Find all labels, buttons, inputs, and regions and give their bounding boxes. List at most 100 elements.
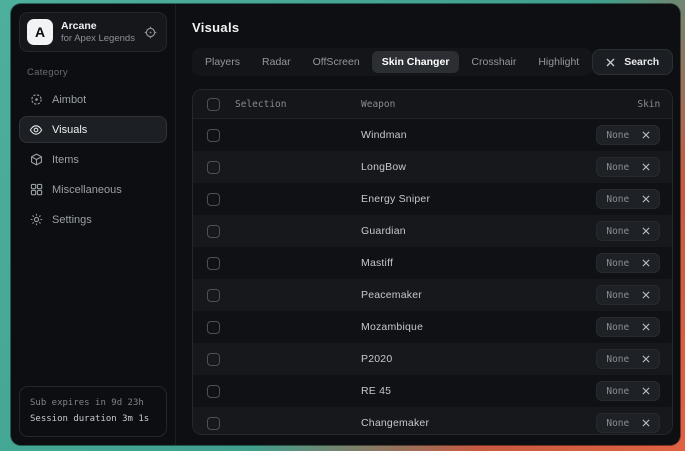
app-window: A Arcane for Apex Legends Category Aimbo… bbox=[11, 4, 680, 445]
page-title: Visuals bbox=[192, 20, 673, 35]
skin-badge[interactable]: None bbox=[596, 349, 660, 369]
skin-value: None bbox=[606, 354, 629, 365]
clear-skin-icon[interactable] bbox=[642, 355, 650, 363]
table-row: Peacemaker None bbox=[193, 279, 672, 311]
tab-skin-changer[interactable]: Skin Changer bbox=[372, 51, 460, 73]
sidebar-item-label: Aimbot bbox=[52, 94, 86, 106]
close-icon bbox=[606, 58, 615, 67]
brand-logo: A bbox=[27, 19, 53, 45]
row-checkbox[interactable] bbox=[207, 193, 220, 206]
session-duration-text: Session duration 3m 1s bbox=[30, 412, 156, 427]
row-checkbox[interactable] bbox=[207, 225, 220, 238]
skin-value: None bbox=[606, 322, 629, 333]
skin-badge[interactable]: None bbox=[596, 189, 660, 209]
tab-radar[interactable]: Radar bbox=[252, 51, 301, 73]
skin-badge[interactable]: None bbox=[596, 381, 660, 401]
weapon-name: Windman bbox=[361, 129, 576, 141]
row-checkbox[interactable] bbox=[207, 161, 220, 174]
skin-value: None bbox=[606, 162, 629, 173]
row-checkbox[interactable] bbox=[207, 321, 220, 334]
tab-highlight[interactable]: Highlight bbox=[528, 51, 589, 73]
skin-badge[interactable]: None bbox=[596, 285, 660, 305]
sidebar-item-label: Settings bbox=[52, 214, 92, 226]
tab-offscreen[interactable]: OffScreen bbox=[303, 51, 370, 73]
main-panel: Visuals Players Radar OffScreen Skin Cha… bbox=[176, 4, 680, 445]
sidebar-nav: Aimbot Visuals Items Miscellaneous Setti… bbox=[19, 86, 167, 233]
sidebar-item-miscellaneous[interactable]: Miscellaneous bbox=[19, 176, 167, 203]
table-row: Mastiff None bbox=[193, 247, 672, 279]
skin-value: None bbox=[606, 226, 629, 237]
skin-value: None bbox=[606, 130, 629, 141]
clear-skin-icon[interactable] bbox=[642, 163, 650, 171]
sidebar-item-label: Visuals bbox=[52, 124, 87, 136]
clear-skin-icon[interactable] bbox=[642, 195, 650, 203]
table-row: Windman None bbox=[193, 119, 672, 151]
brand-card: A Arcane for Apex Legends bbox=[19, 12, 167, 52]
grid-icon bbox=[29, 183, 43, 197]
table-row: Changemaker None bbox=[193, 407, 672, 435]
sidebar-item-settings[interactable]: Settings bbox=[19, 206, 167, 233]
skin-value: None bbox=[606, 290, 629, 301]
clear-skin-icon[interactable] bbox=[642, 419, 650, 427]
clear-skin-icon[interactable] bbox=[642, 387, 650, 395]
weapon-name: RE 45 bbox=[361, 385, 576, 397]
sidebar-item-visuals[interactable]: Visuals bbox=[19, 116, 167, 143]
sidebar-section-label: Category bbox=[27, 67, 167, 78]
search-button-label: Search bbox=[624, 56, 659, 68]
sidebar-item-aimbot[interactable]: Aimbot bbox=[19, 86, 167, 113]
weapon-name: Mozambique bbox=[361, 321, 576, 333]
table-row: LongBow None bbox=[193, 151, 672, 183]
clear-skin-icon[interactable] bbox=[642, 323, 650, 331]
row-checkbox[interactable] bbox=[207, 385, 220, 398]
row-checkbox[interactable] bbox=[207, 129, 220, 142]
crosshair-icon bbox=[29, 93, 43, 107]
row-checkbox[interactable] bbox=[207, 257, 220, 270]
desktop-background: A Arcane for Apex Legends Category Aimbo… bbox=[0, 0, 685, 451]
column-header-skin: Skin bbox=[576, 99, 672, 110]
skin-badge[interactable]: None bbox=[596, 221, 660, 241]
session-info-card: Sub expires in 9d 23h Session duration 3… bbox=[19, 386, 167, 437]
weapon-name: Guardian bbox=[361, 225, 576, 237]
table-row: Mozambique None bbox=[193, 311, 672, 343]
clear-skin-icon[interactable] bbox=[642, 131, 650, 139]
skin-badge[interactable]: None bbox=[596, 125, 660, 145]
sidebar-item-items[interactable]: Items bbox=[19, 146, 167, 173]
row-checkbox[interactable] bbox=[207, 353, 220, 366]
skin-badge[interactable]: None bbox=[596, 157, 660, 177]
skin-value: None bbox=[606, 194, 629, 205]
weapon-name: Peacemaker bbox=[361, 289, 576, 301]
cube-icon bbox=[29, 153, 43, 167]
skin-badge[interactable]: None bbox=[596, 413, 660, 433]
table-header-row: Selection Weapon Skin bbox=[193, 90, 672, 119]
column-header-weapon: Weapon bbox=[361, 99, 576, 110]
brand-subtitle: for Apex Legends bbox=[61, 33, 135, 45]
table-row: Energy Sniper None bbox=[193, 183, 672, 215]
clear-skin-icon[interactable] bbox=[642, 291, 650, 299]
sidebar-item-label: Miscellaneous bbox=[52, 184, 122, 196]
row-checkbox[interactable] bbox=[207, 417, 220, 430]
table-row: RE 45 None bbox=[193, 375, 672, 407]
skin-value: None bbox=[606, 258, 629, 269]
weapon-name: LongBow bbox=[361, 161, 576, 173]
weapon-name: Energy Sniper bbox=[361, 193, 576, 205]
column-header-selection: Selection bbox=[229, 99, 361, 110]
weapon-name: Changemaker bbox=[361, 417, 576, 429]
weapon-name: Mastiff bbox=[361, 257, 576, 269]
clear-skin-icon[interactable] bbox=[642, 227, 650, 235]
sidebar-item-label: Items bbox=[52, 154, 79, 166]
sidebar: A Arcane for Apex Legends Category Aimbo… bbox=[11, 4, 176, 445]
skin-badge[interactable]: None bbox=[596, 253, 660, 273]
tab-players[interactable]: Players bbox=[195, 51, 250, 73]
tab-crosshair[interactable]: Crosshair bbox=[461, 51, 526, 73]
eye-icon bbox=[29, 123, 43, 137]
target-reticle-icon[interactable] bbox=[144, 26, 157, 39]
row-checkbox[interactable] bbox=[207, 289, 220, 302]
table-body: Windman None LongBow None bbox=[193, 119, 672, 435]
toolbar: Players Radar OffScreen Skin Changer Cro… bbox=[192, 48, 673, 76]
skin-changer-table: Selection Weapon Skin Windman None bbox=[192, 89, 673, 435]
skin-badge[interactable]: None bbox=[596, 317, 660, 337]
clear-skin-icon[interactable] bbox=[642, 259, 650, 267]
tab-strip: Players Radar OffScreen Skin Changer Cro… bbox=[192, 48, 592, 76]
search-button[interactable]: Search bbox=[592, 49, 673, 75]
select-all-checkbox[interactable] bbox=[207, 98, 220, 111]
